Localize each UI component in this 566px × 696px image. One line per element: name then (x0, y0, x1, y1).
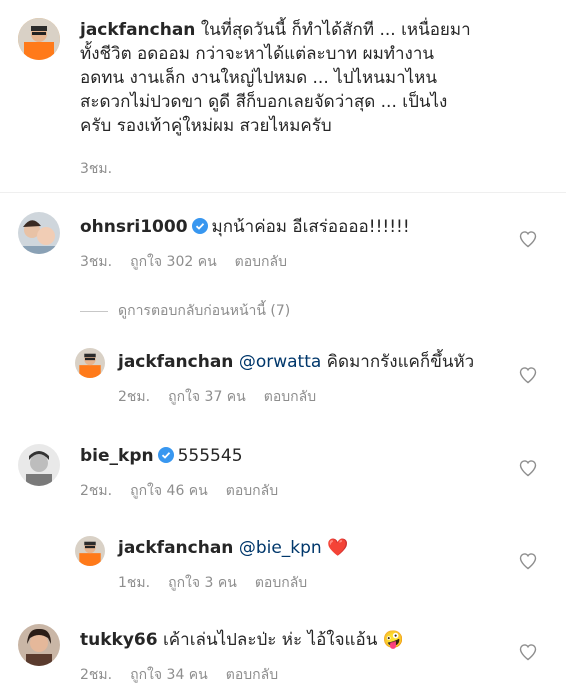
caption-line: อดทน งานเล็ก งานใหญ่ไปหมด ... ไปไหนมาไหน (80, 68, 437, 88)
reply-text: ❤️ (321, 538, 349, 558)
comment-text: 555545 (177, 446, 243, 466)
avatar-jackfanchan[interactable] (75, 536, 105, 566)
reply-row: jackfanchan @orwatta คิดมากรังแคก็ขึ้นหั… (118, 350, 518, 374)
reply-button[interactable]: ตอบกลับ (255, 572, 307, 594)
comment-likes[interactable]: ถูกใจ 302 คน (130, 251, 217, 273)
reply-meta: 2ชม. ถูกใจ 37 คน ตอบกลับ (118, 386, 316, 408)
view-previous-replies[interactable]: ดูการตอบกลับก่อนหน้านี้ (7) (80, 300, 290, 322)
reply-meta: 1ชม. ถูกใจ 3 คน ตอบกลับ (118, 572, 307, 594)
divider-line (80, 310, 108, 312)
reply-text: คิดมากรังแคก็ขึ้นหัว (321, 352, 475, 372)
verified-badge-icon (157, 447, 174, 463)
avatar-bie_kpn[interactable] (18, 444, 60, 486)
comment-text: มุกน้าค่อม อีเสร่ออออ!!!!!! (211, 217, 410, 237)
caption-meta: 3ชม. (80, 158, 112, 180)
comment-time: 2ชม. (80, 483, 113, 499)
heart-icon[interactable] (518, 642, 538, 662)
reply-time: 2ชม. (118, 389, 151, 405)
mention-link[interactable]: @bie_kpn (239, 538, 322, 558)
reply-button[interactable]: ตอบกลับ (226, 664, 278, 686)
avatar-ohnsri1000[interactable] (18, 212, 60, 254)
comment-username[interactable]: ohnsri1000 (80, 217, 188, 237)
mention-link[interactable]: @orwatta (239, 352, 321, 372)
caption-line: สะดวกไม่ปวดขา ดูดี สีก็บอกเลยจัดว่าสุด .… (80, 92, 448, 112)
heart-icon[interactable] (518, 229, 538, 249)
heart-icon[interactable] (518, 458, 538, 478)
comment-likes[interactable]: ถูกใจ 34 คน (130, 664, 208, 686)
reply-username[interactable]: jackfanchan (118, 538, 233, 558)
heart-icon[interactable] (518, 551, 538, 571)
comment-time: 2ชม. (80, 667, 113, 683)
avatar-jackfanchan[interactable] (18, 18, 60, 60)
verified-badge-icon (191, 218, 208, 234)
comment-row: tukky66 เค้าเล่นไปละป่ะ ห่ะ ไอ้ใจแอ้น 🤪 (80, 628, 520, 652)
reply-time: 1ชม. (118, 575, 151, 591)
comment-row: ohnsri1000 มุกน้าค่อม อีเสร่ออออ!!!!!! (80, 215, 520, 239)
reply-likes[interactable]: ถูกใจ 37 คน (168, 386, 246, 408)
heart-icon[interactable] (518, 365, 538, 385)
caption-block: jackfanchan ในที่สุดวันนี้ ก็ทำได้สักที … (80, 18, 550, 138)
reply-button[interactable]: ตอบกลับ (264, 386, 316, 408)
comment-meta: 2ชม. ถูกใจ 46 คน ตอบกลับ (80, 480, 278, 502)
avatar-tukky66[interactable] (18, 624, 60, 666)
comment-meta: 2ชม. ถูกใจ 34 คน ตอบกลับ (80, 664, 278, 686)
comment-likes[interactable]: ถูกใจ 46 คน (130, 480, 208, 502)
comment-time: 3ชม. (80, 254, 113, 270)
caption-line: ครับ รองเท้าคู่ใหม่ผม สวยไหมครับ (80, 116, 332, 136)
comment-username[interactable]: bie_kpn (80, 446, 154, 466)
reply-button[interactable]: ตอบกลับ (226, 480, 278, 502)
comment-text: เค้าเล่นไปละป่ะ ห่ะ ไอ้ใจแอ้น 🤪 (163, 630, 404, 650)
caption-time: 3ชม. (80, 161, 113, 177)
divider (0, 192, 566, 193)
reply-row: jackfanchan @bie_kpn ❤️ (118, 536, 518, 560)
caption-username[interactable]: jackfanchan (80, 20, 195, 40)
caption-line: ทั้งชีวิต อดออม กว่าจะหาได้แต่ละบาท ผมทำ… (80, 44, 435, 64)
comment-row: bie_kpn 555545 (80, 444, 520, 468)
comment-meta: 3ชม. ถูกใจ 302 คน ตอบกลับ (80, 251, 287, 273)
reply-button[interactable]: ตอบกลับ (235, 251, 287, 273)
reply-likes[interactable]: ถูกใจ 3 คน (168, 572, 237, 594)
view-previous-label[interactable]: ดูการตอบกลับก่อนหน้านี้ (7) (118, 300, 290, 322)
caption-line: ในที่สุดวันนี้ ก็ทำได้สักที ... เหนื่อยม… (200, 20, 471, 40)
avatar-jackfanchan[interactable] (75, 348, 105, 378)
comment-username[interactable]: tukky66 (80, 630, 158, 650)
reply-username[interactable]: jackfanchan (118, 352, 233, 372)
